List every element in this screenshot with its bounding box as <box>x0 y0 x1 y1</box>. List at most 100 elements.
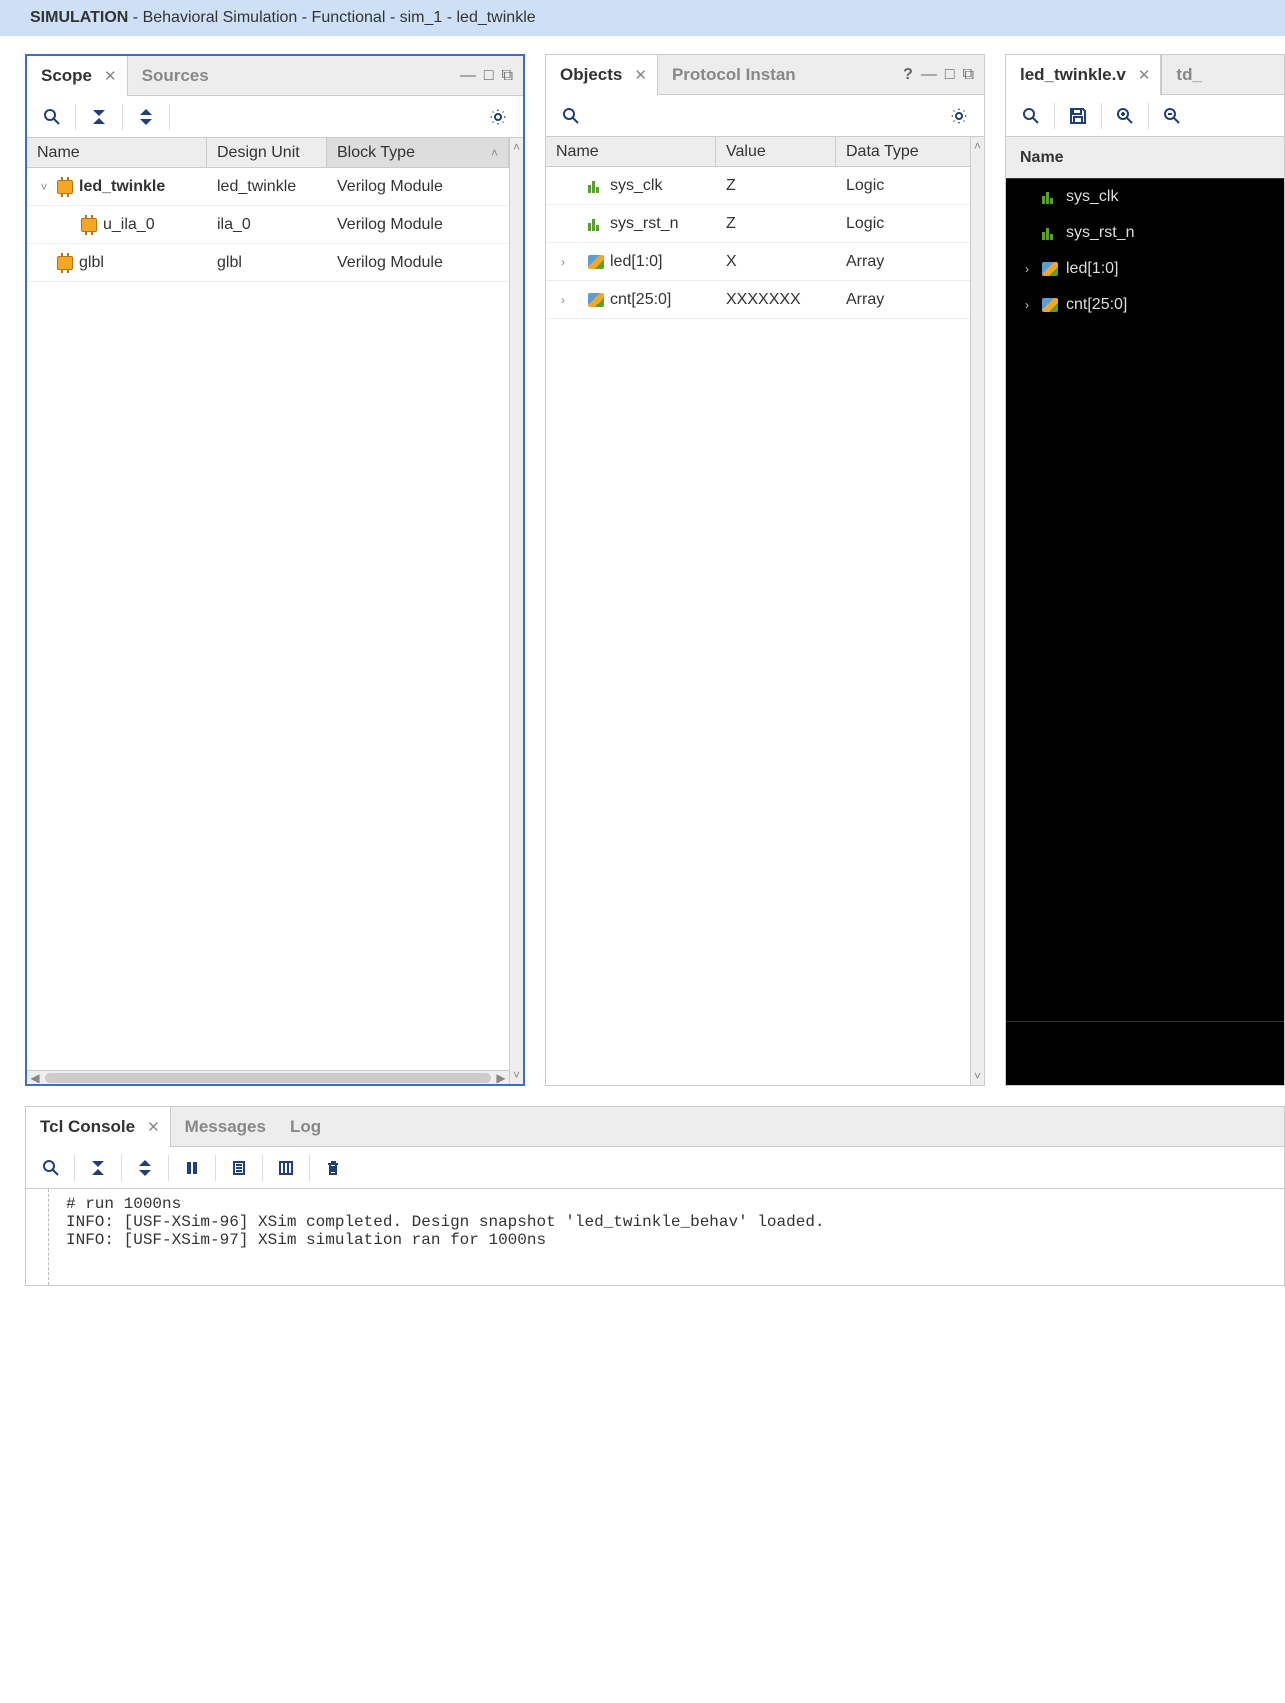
clipboard-icon[interactable] <box>222 1151 256 1185</box>
gear-icon[interactable] <box>942 99 976 133</box>
objects-tab-bar: Objects ✕ Protocol Instan ? — □ ⧉ <box>546 55 984 95</box>
v-scrollbar[interactable]: ˄˅ <box>509 138 523 1084</box>
scroll-down-icon[interactable]: ˅ <box>513 1068 520 1082</box>
row-value: XXXXXXX <box>716 291 836 309</box>
wave-signal-row[interactable]: sys_rst_n <box>1006 215 1284 251</box>
minimize-icon[interactable]: — <box>921 66 937 84</box>
tab-td[interactable]: td_ <box>1161 55 1212 95</box>
search-icon[interactable] <box>35 100 69 134</box>
scope-table-header: Name Design Unit Block Type˄ <box>27 138 509 168</box>
signal-name: sys_rst_n <box>1066 224 1134 242</box>
scroll-down-icon[interactable]: ˅ <box>974 1069 981 1083</box>
tab-scope[interactable]: Scope ✕ <box>27 56 128 96</box>
scroll-thumb[interactable] <box>45 1073 491 1083</box>
scroll-up-icon[interactable]: ˄ <box>513 140 520 154</box>
tree-toggle-icon[interactable]: › <box>1020 298 1034 312</box>
signal-icon <box>1042 226 1058 240</box>
row-block-type: Verilog Module <box>327 254 509 272</box>
table-row[interactable]: glblglblVerilog Module <box>27 244 509 282</box>
minimize-icon[interactable]: — <box>460 67 476 85</box>
tab-log[interactable]: Log <box>276 1107 331 1147</box>
tab-protocol[interactable]: Protocol Instan <box>658 55 806 95</box>
row-block-type: Verilog Module <box>327 216 509 234</box>
tree-toggle-icon[interactable]: › <box>1020 262 1034 276</box>
table-row[interactable]: ›led[1:0]XArray <box>546 243 970 281</box>
row-name: led[1:0] <box>610 253 662 271</box>
close-icon[interactable]: ✕ <box>147 1118 160 1136</box>
help-icon[interactable]: ? <box>903 66 913 84</box>
columns-icon[interactable] <box>269 1151 303 1185</box>
scroll-left-icon[interactable]: ◀ <box>27 1071 43 1085</box>
tab-messages[interactable]: Messages <box>171 1107 276 1147</box>
v-scrollbar[interactable]: ˄˅ <box>970 137 984 1085</box>
col-name[interactable]: Name <box>546 137 716 166</box>
table-row[interactable]: ˅led_twinkleled_twinkleVerilog Module <box>27 168 509 206</box>
row-name: led_twinkle <box>79 178 165 196</box>
wave-signal-row[interactable]: › cnt[25:0] <box>1006 287 1284 323</box>
gear-icon[interactable] <box>481 100 515 134</box>
popout-icon[interactable]: ⧉ <box>502 67 513 85</box>
close-icon[interactable]: ✕ <box>1138 66 1151 84</box>
tab-led-twinkle-v[interactable]: led_twinkle.v ✕ <box>1006 55 1161 95</box>
zoom-in-icon[interactable] <box>1108 99 1142 133</box>
scope-panel: Scope ✕ Sources — □ ⧉ N <box>25 54 525 1086</box>
wave-signal-row[interactable]: sys_clk <box>1006 179 1284 215</box>
row-data-type: Logic <box>836 177 970 195</box>
h-scrollbar[interactable]: ◀ ▶ <box>27 1070 509 1084</box>
col-data-type[interactable]: Data Type <box>836 137 970 166</box>
maximize-icon[interactable]: □ <box>945 66 955 84</box>
tab-objects[interactable]: Objects ✕ <box>546 55 658 95</box>
table-row[interactable]: sys_clkZLogic <box>546 167 970 205</box>
col-design-unit[interactable]: Design Unit <box>207 138 327 167</box>
tab-sources[interactable]: Sources <box>128 56 219 96</box>
table-row[interactable]: › cnt[25:0] XXXXXXXArray <box>546 281 970 319</box>
tree-toggle-icon[interactable]: ˅ <box>37 180 51 194</box>
tree-toggle-icon[interactable]: › <box>556 255 570 269</box>
collapse-all-icon[interactable] <box>82 100 116 134</box>
search-icon[interactable] <box>34 1151 68 1185</box>
wave-tab-bar: led_twinkle.v ✕ td_ <box>1006 55 1284 95</box>
col-block-type[interactable]: Block Type˄ <box>327 138 509 167</box>
scroll-up-icon[interactable]: ˄ <box>974 139 981 153</box>
scroll-right-icon[interactable]: ▶ <box>493 1071 509 1085</box>
console-output[interactable]: # run 1000ns INFO: [USF-XSim-96] XSim co… <box>26 1189 1284 1285</box>
maximize-icon[interactable]: □ <box>484 67 494 85</box>
tcl-console-panel: Tcl Console ✕ Messages Log # run 1000ns … <box>25 1106 1285 1286</box>
popout-icon[interactable]: ⧉ <box>963 66 974 84</box>
chip-icon <box>57 256 73 270</box>
close-icon[interactable]: ✕ <box>634 66 647 84</box>
signal-icon <box>1042 190 1058 204</box>
tree-toggle-icon[interactable]: › <box>556 293 570 307</box>
tab-tcl-console[interactable]: Tcl Console ✕ <box>26 1107 171 1147</box>
expand-all-icon[interactable] <box>129 100 163 134</box>
row-name: cnt[25:0] <box>610 291 671 309</box>
zoom-out-icon[interactable] <box>1155 99 1189 133</box>
row-design-unit: glbl <box>207 254 327 272</box>
save-icon[interactable] <box>1061 99 1095 133</box>
table-row[interactable]: u_ila_0ila_0Verilog Module <box>27 206 509 244</box>
signal-name: cnt[25:0] <box>1066 296 1127 314</box>
waveform-panel: led_twinkle.v ✕ td_ Name sys_clk sys_rst_… <box>1005 54 1285 1086</box>
bus-icon <box>1042 262 1058 276</box>
chip-icon <box>57 180 73 194</box>
signal-icon <box>588 217 604 231</box>
col-name[interactable]: Name <box>27 138 207 167</box>
row-value: Z <box>716 177 836 195</box>
wave-signal-row[interactable]: › led[1:0] <box>1006 251 1284 287</box>
wave-toolbar <box>1006 95 1284 137</box>
search-icon[interactable] <box>1014 99 1048 133</box>
row-data-type: Array <box>836 291 970 309</box>
close-icon[interactable]: ✕ <box>104 67 117 85</box>
collapse-all-icon[interactable] <box>81 1151 115 1185</box>
col-value[interactable]: Value <box>716 137 836 166</box>
wave-col-name[interactable]: Name <box>1006 137 1284 179</box>
signal-name: led[1:0] <box>1066 260 1118 278</box>
title-rest: - Behavioral Simulation - Functional - s… <box>128 9 535 26</box>
objects-toolbar <box>546 95 984 137</box>
expand-all-icon[interactable] <box>128 1151 162 1185</box>
trash-icon[interactable] <box>316 1151 350 1185</box>
pause-icon[interactable] <box>175 1151 209 1185</box>
table-row[interactable]: sys_rst_nZLogic <box>546 205 970 243</box>
objects-table-body: sys_clkZLogicsys_rst_nZLogic›led[1:0]XAr… <box>546 167 970 1085</box>
search-icon[interactable] <box>554 99 588 133</box>
